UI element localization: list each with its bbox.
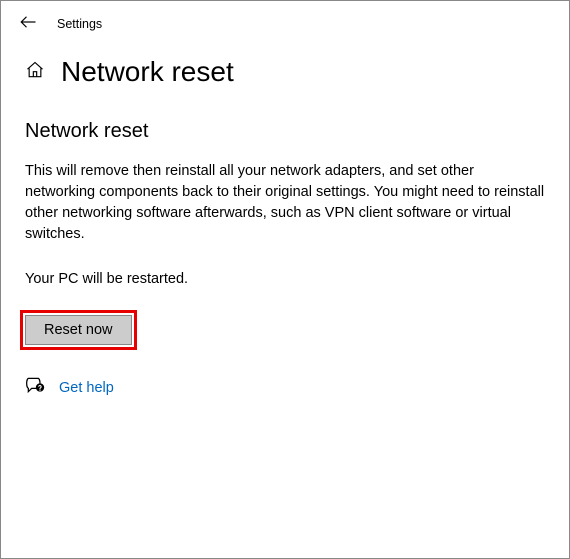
reset-now-button[interactable]: Reset now <box>25 315 132 345</box>
page-title: Network reset <box>61 56 234 88</box>
help-row: Get help <box>25 375 545 400</box>
description-text: This will remove then reinstall all your… <box>25 161 545 245</box>
back-icon[interactable] <box>19 13 37 34</box>
section-heading: Network reset <box>25 120 545 143</box>
title-bar: Settings <box>1 1 569 38</box>
content-area: Network reset This will remove then rein… <box>1 96 569 400</box>
page-header: Network reset <box>1 38 569 96</box>
home-icon[interactable] <box>25 60 45 85</box>
get-help-icon <box>25 375 45 400</box>
app-title: Settings <box>57 17 102 31</box>
get-help-link[interactable]: Get help <box>59 380 114 396</box>
restart-warning: Your PC will be restarted. <box>25 271 545 287</box>
